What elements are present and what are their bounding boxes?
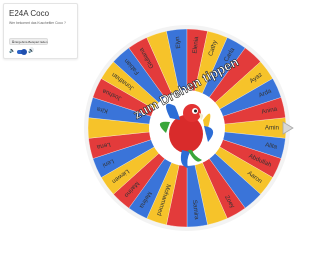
- wheel-segment-label: Elyn: [174, 36, 182, 49]
- spin-wheel[interactable]: AminAlitaAbdullahAaronZoeySamiraMohammed…: [0, 0, 300, 257]
- wheel-segment-label: Amin: [265, 125, 280, 132]
